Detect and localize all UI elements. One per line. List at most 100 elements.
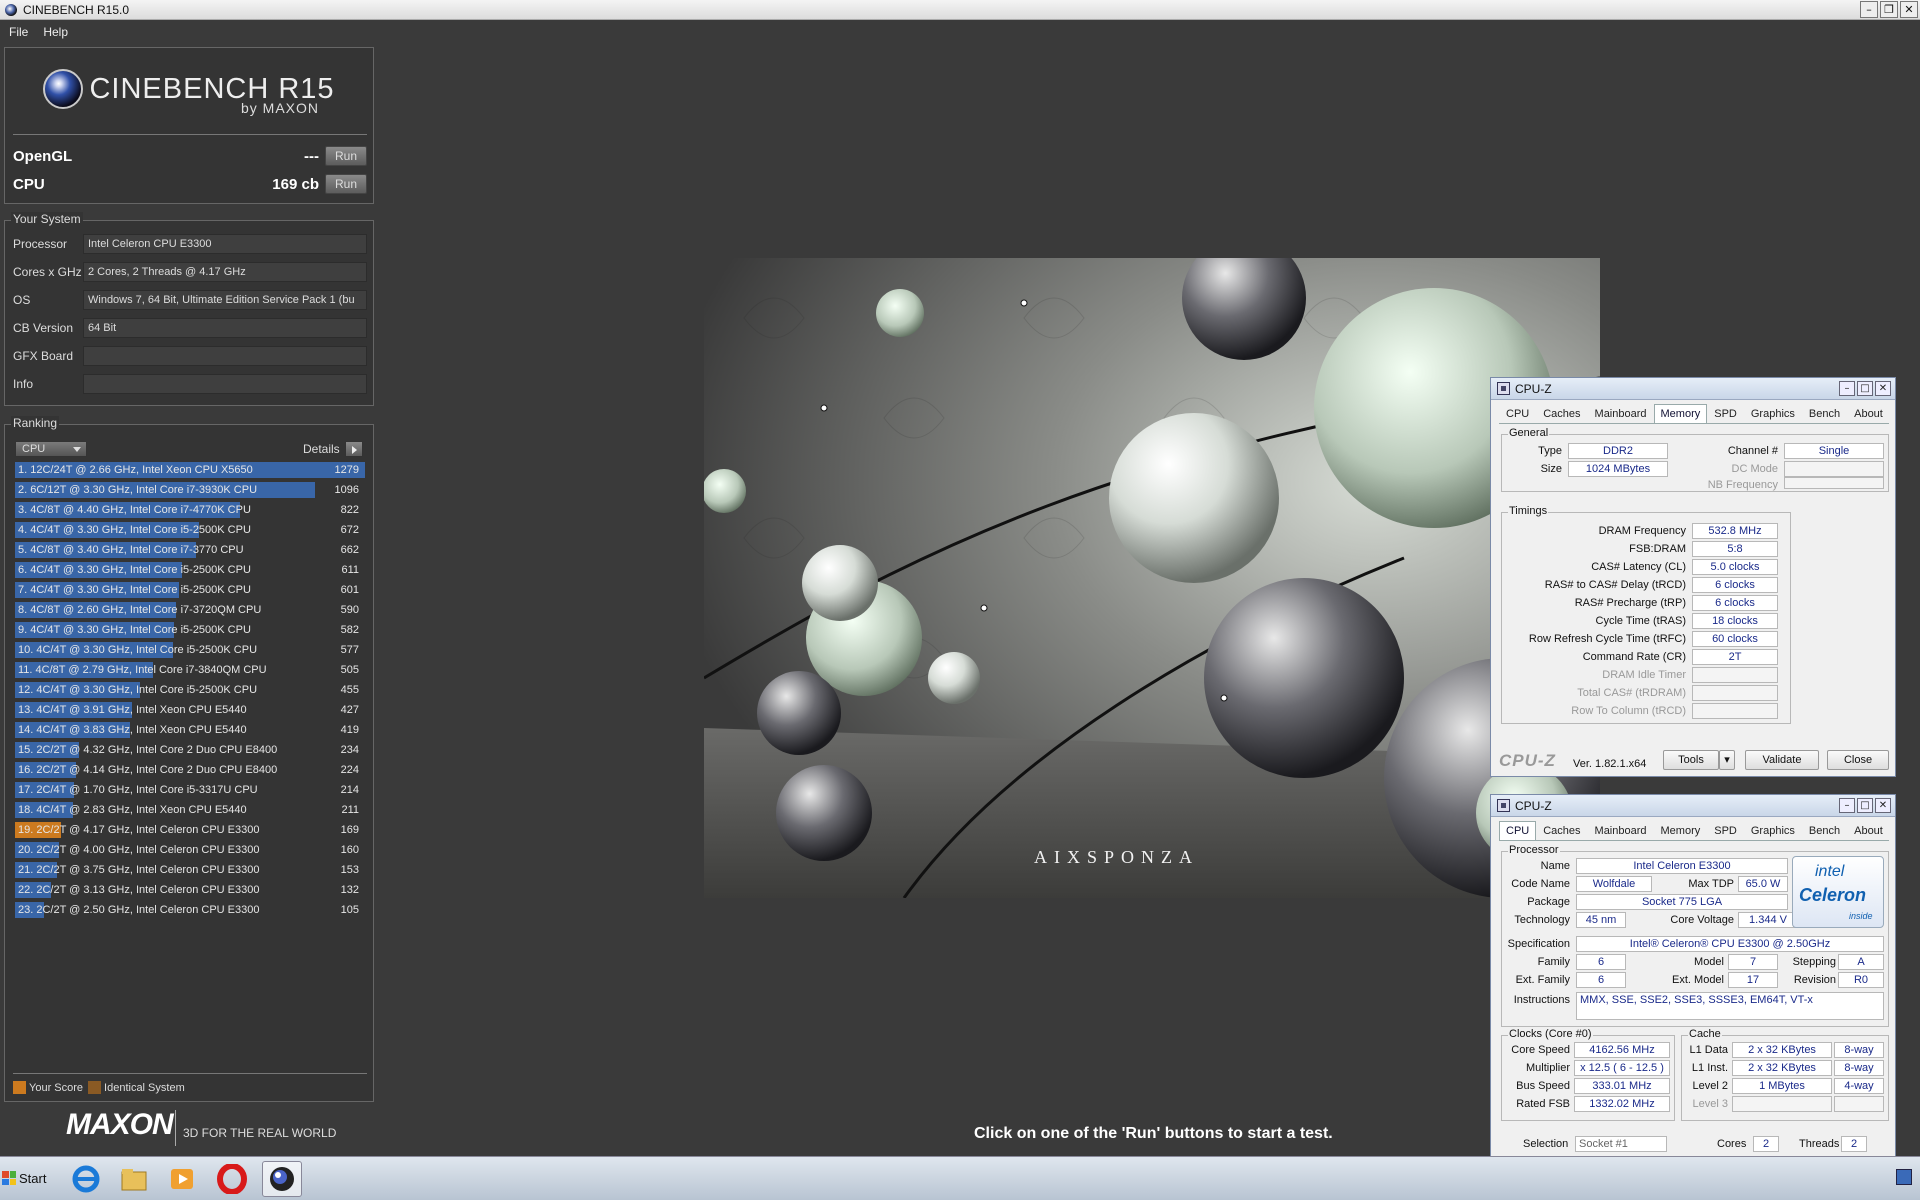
- tab-cpu[interactable]: CPU: [1499, 404, 1536, 424]
- cpu-score-row: CPU 169 cb Run: [13, 173, 367, 195]
- ranking-row[interactable]: 6. 4C/4T @ 3.30 GHz, Intel Core i5-2500K…: [15, 561, 365, 579]
- socket-select[interactable]: Socket #1: [1575, 1136, 1667, 1152]
- tab-about[interactable]: About: [1847, 404, 1890, 424]
- menu-file[interactable]: File: [9, 25, 28, 39]
- media-player-icon[interactable]: [162, 1161, 202, 1197]
- ranking-row[interactable]: 23. 2C/2T @ 2.50 GHz, Intel Celeron CPU …: [15, 901, 365, 919]
- system-row-label: GFX Board: [13, 349, 74, 363]
- ranking-panel: Ranking CPU Details 1. 12C/24T @ 2.66 GH…: [4, 416, 374, 1102]
- start-button[interactable]: Start: [2, 1163, 54, 1193]
- tab-graphics[interactable]: Graphics: [1744, 404, 1802, 424]
- legend-identical-system: Identical System: [104, 1081, 185, 1094]
- cpuz-titlebar: CPU-Z – □ ✕: [1491, 795, 1895, 817]
- core-voltage-label: Core Voltage: [1670, 914, 1734, 926]
- ranking-label: 3. 4C/8T @ 4.40 GHz, Intel Core i7-4770K…: [18, 504, 251, 516]
- ranking-score: 132: [340, 884, 359, 896]
- maximize-icon[interactable]: ❐: [1880, 1, 1898, 18]
- ranking-row[interactable]: 15. 2C/2T @ 4.32 GHz, Intel Core 2 Duo C…: [15, 741, 365, 759]
- tools-dropdown-button[interactable]: ▾: [1719, 750, 1735, 770]
- memory-general-group: General Type DDR2 Size 1024 MBytes Chann…: [1501, 427, 1889, 492]
- technology-value: 45 nm: [1576, 912, 1626, 928]
- level2-value: 1 MBytes: [1732, 1078, 1832, 1094]
- level3-label: Level 3: [1692, 1098, 1728, 1110]
- maximize-icon[interactable]: □: [1857, 381, 1873, 396]
- menu-help[interactable]: Help: [43, 25, 68, 39]
- ranking-row[interactable]: 21. 2C/2T @ 3.75 GHz, Intel Celeron CPU …: [15, 861, 365, 879]
- minimize-icon[interactable]: –: [1860, 1, 1878, 18]
- revision-value: R0: [1838, 972, 1884, 988]
- threads-label: Threads: [1799, 1138, 1840, 1150]
- ranking-label: 17. 2C/4T @ 1.70 GHz, Intel Core i5-3317…: [18, 784, 258, 796]
- validate-button[interactable]: Validate: [1745, 750, 1819, 770]
- codename-label: Code Name: [1511, 878, 1570, 890]
- opengl-run-button[interactable]: Run: [325, 146, 367, 166]
- timing-label: Total CAS# (tRDRAM): [1577, 687, 1686, 699]
- tab-mainboard[interactable]: Mainboard: [1588, 404, 1654, 424]
- stepping-value: A: [1838, 954, 1884, 970]
- dcmode-label: DC Mode: [1731, 463, 1778, 475]
- maxtdp-label: Max TDP: [1688, 878, 1734, 890]
- ranking-row[interactable]: 13. 4C/4T @ 3.91 GHz, Intel Xeon CPU E54…: [15, 701, 365, 719]
- ranking-row[interactable]: 11. 4C/8T @ 2.79 GHz, Intel Core i7-3840…: [15, 661, 365, 679]
- ranking-row[interactable]: 2. 6C/12T @ 3.30 GHz, Intel Core i7-3930…: [15, 481, 365, 499]
- start-label: Start: [19, 1170, 47, 1186]
- internet-explorer-icon[interactable]: [66, 1161, 106, 1197]
- tab-spd[interactable]: SPD: [1707, 404, 1744, 424]
- close-icon[interactable]: ✕: [1875, 798, 1891, 813]
- ranking-row[interactable]: 3. 4C/8T @ 4.40 GHz, Intel Core i7-4770K…: [15, 501, 365, 519]
- cores-value: 2: [1753, 1136, 1779, 1152]
- close-icon[interactable]: ✕: [1900, 1, 1918, 18]
- show-desktop-icon[interactable]: [1896, 1169, 1912, 1185]
- tools-button[interactable]: Tools: [1663, 750, 1719, 770]
- details-arrow-button[interactable]: [345, 441, 363, 457]
- ranking-row[interactable]: 18. 4C/4T @ 2.83 GHz, Intel Xeon CPU E54…: [15, 801, 365, 819]
- file-explorer-icon[interactable]: [114, 1161, 154, 1197]
- ranking-row[interactable]: 5. 4C/8T @ 3.40 GHz, Intel Core i7-3770 …: [15, 541, 365, 559]
- tab-caches[interactable]: Caches: [1536, 821, 1587, 841]
- ranking-row[interactable]: 14. 4C/4T @ 3.83 GHz, Intel Xeon CPU E54…: [15, 721, 365, 739]
- ranking-score: 611: [341, 564, 359, 576]
- divider: [13, 1073, 367, 1074]
- ranking-row[interactable]: 19. 2C/2T @ 4.17 GHz, Intel Celeron CPU …: [15, 821, 365, 839]
- ranking-row[interactable]: 17. 2C/4T @ 1.70 GHz, Intel Core i5-3317…: [15, 781, 365, 799]
- ranking-row[interactable]: 4. 4C/4T @ 3.30 GHz, Intel Core i5-2500K…: [15, 521, 365, 539]
- minimize-icon[interactable]: –: [1839, 381, 1855, 396]
- processor-title: Processor: [1508, 844, 1560, 856]
- minimize-icon[interactable]: –: [1839, 798, 1855, 813]
- tab-bench[interactable]: Bench: [1802, 404, 1847, 424]
- intel-logo-text: intel: [1815, 863, 1845, 880]
- ranking-score: 224: [340, 764, 359, 776]
- opera-browser-icon[interactable]: [212, 1161, 252, 1197]
- tab-memory[interactable]: Memory: [1654, 821, 1708, 841]
- ranking-score: 455: [340, 684, 359, 696]
- maximize-icon[interactable]: □: [1857, 798, 1873, 813]
- ranking-row[interactable]: 12. 4C/4T @ 3.30 GHz, Intel Core i5-2500…: [15, 681, 365, 699]
- ext-model-label: Ext. Model: [1672, 974, 1724, 986]
- ranking-row[interactable]: 1. 12C/24T @ 2.66 GHz, Intel Xeon CPU X5…: [15, 461, 365, 479]
- ranking-row[interactable]: 16. 2C/2T @ 4.14 GHz, Intel Core 2 Duo C…: [15, 761, 365, 779]
- timing-value: 532.8 MHz: [1692, 523, 1778, 539]
- stepping-label: Stepping: [1792, 956, 1836, 968]
- ranking-row[interactable]: 8. 4C/8T @ 2.60 GHz, Intel Core i7-3720Q…: [15, 601, 365, 619]
- cpuz-cpu-window: CPU-Z – □ ✕ CPU Caches Mainboard Memory SPD Gra…: [1490, 794, 1896, 1194]
- ranking-row[interactable]: 10. 4C/4T @ 3.30 GHz, Intel Core i5-2500…: [15, 641, 365, 659]
- ranking-row[interactable]: 9. 4C/4T @ 3.30 GHz, Intel Core i5-2500K…: [15, 621, 365, 639]
- cpu-run-button[interactable]: Run: [325, 174, 367, 194]
- instructions-value: MMX, SSE, SSE2, SSE3, SSSE3, EM64T, VT-x: [1576, 992, 1884, 1020]
- close-icon[interactable]: ✕: [1875, 381, 1891, 396]
- tab-cpu[interactable]: CPU: [1499, 821, 1537, 841]
- tab-about[interactable]: About: [1847, 821, 1890, 841]
- ranking-type-select[interactable]: CPU: [15, 441, 87, 457]
- tab-bench[interactable]: Bench: [1802, 821, 1847, 841]
- tab-memory[interactable]: Memory: [1653, 404, 1708, 424]
- ranking-row[interactable]: 7. 4C/4T @ 3.30 GHz, Intel Core i5-2500K…: [15, 581, 365, 599]
- tab-spd[interactable]: SPD: [1707, 821, 1744, 841]
- tab-graphics[interactable]: Graphics: [1744, 821, 1802, 841]
- ranking-select-value: CPU: [22, 443, 46, 455]
- cinebench-taskbar-icon[interactable]: [262, 1161, 302, 1197]
- ranking-row[interactable]: 22. 2C/2T @ 3.13 GHz, Intel Celeron CPU …: [15, 881, 365, 899]
- tab-mainboard[interactable]: Mainboard: [1588, 821, 1654, 841]
- close-button[interactable]: Close: [1827, 750, 1889, 770]
- ranking-row[interactable]: 20. 2C/2T @ 4.00 GHz, Intel Celeron CPU …: [15, 841, 365, 859]
- tab-caches[interactable]: Caches: [1536, 404, 1587, 424]
